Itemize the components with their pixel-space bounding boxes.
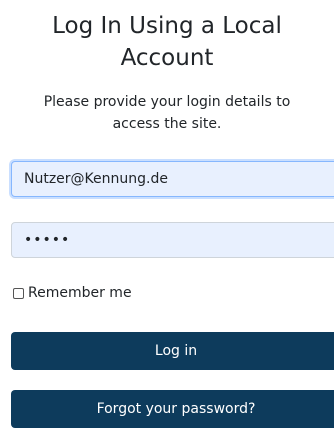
- login-card: Log In Using a Local Account Please prov…: [0, 0, 334, 428]
- checkbox-box[interactable]: [13, 287, 24, 299]
- remember-me-label: Remember me: [28, 285, 132, 301]
- email-field[interactable]: [11, 161, 334, 197]
- password-field[interactable]: [11, 222, 334, 258]
- forgot-password-button[interactable]: Forgot your password?: [11, 390, 334, 428]
- login-button[interactable]: Log in: [11, 332, 334, 370]
- page-subtitle: Please provide your login details to acc…: [43, 94, 291, 132]
- page-title: Log In Using a Local Account: [52, 13, 282, 71]
- remember-me-checkbox[interactable]: Remember me: [13, 283, 132, 303]
